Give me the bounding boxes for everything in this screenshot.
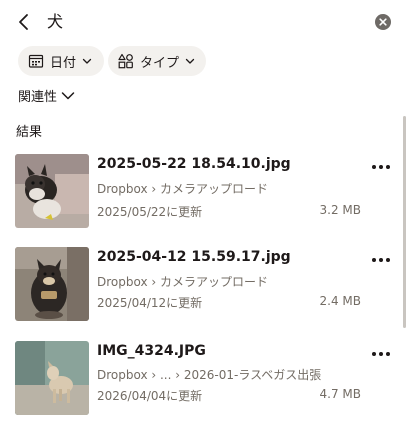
file-name[interactable]: 2025-04-12 15.59.17.jpg bbox=[97, 249, 291, 265]
thumbnail-image bbox=[15, 154, 89, 228]
type-filter-label: タイプ bbox=[140, 55, 180, 71]
calendar-icon bbox=[28, 54, 44, 68]
file-size: 4.7 MB bbox=[319, 387, 361, 401]
result-row[interactable]: 2025-05-22 18.54.10.jpg Dropbox › カメラアップ… bbox=[0, 146, 409, 238]
file-path: Dropbox › カメラアップロード bbox=[97, 275, 268, 289]
more-options-icon[interactable] bbox=[372, 255, 394, 265]
back-chevron-icon[interactable] bbox=[12, 10, 36, 34]
chevron-down-icon bbox=[185, 58, 195, 64]
sort-dropdown[interactable]: 関連性 bbox=[18, 86, 76, 105]
result-row[interactable]: 2025-04-12 15.59.17.jpg Dropbox › カメラアップ… bbox=[0, 239, 409, 331]
sort-label: 関連性 bbox=[18, 90, 58, 105]
updated-date: 2026/04/04に更新 bbox=[97, 389, 203, 403]
thumbnail-image bbox=[15, 341, 89, 415]
date-filter-chip[interactable]: 日付 bbox=[18, 46, 104, 76]
search-query[interactable]: 犬 bbox=[47, 11, 63, 33]
file-path: Dropbox › ... › 2026-01-ラスベガス出張 bbox=[97, 368, 322, 382]
file-size: 3.2 MB bbox=[319, 203, 361, 217]
results-heading: 結果 bbox=[16, 125, 43, 140]
clear-search-icon[interactable] bbox=[375, 14, 391, 30]
chevron-down-icon bbox=[82, 58, 92, 64]
date-filter-label: 日付 bbox=[50, 55, 77, 71]
shapes-icon bbox=[118, 53, 133, 69]
file-size: 2.4 MB bbox=[319, 294, 361, 308]
file-name[interactable]: 2025-05-22 18.54.10.jpg bbox=[97, 156, 291, 172]
updated-date: 2025/05/22に更新 bbox=[97, 205, 203, 219]
type-filter-chip[interactable]: タイプ bbox=[108, 46, 206, 76]
file-path: Dropbox › カメラアップロード bbox=[97, 182, 268, 196]
x-icon bbox=[379, 18, 387, 26]
more-options-icon[interactable] bbox=[372, 349, 394, 359]
chevron-down-icon bbox=[61, 91, 75, 99]
result-row[interactable]: IMG_4324.JPG Dropbox › ... › 2026-01-ラスベ… bbox=[0, 333, 409, 425]
file-name[interactable]: IMG_4324.JPG bbox=[97, 343, 206, 359]
thumbnail-image bbox=[15, 247, 89, 321]
more-options-icon[interactable] bbox=[372, 162, 394, 172]
updated-date: 2025/04/12に更新 bbox=[97, 296, 203, 310]
